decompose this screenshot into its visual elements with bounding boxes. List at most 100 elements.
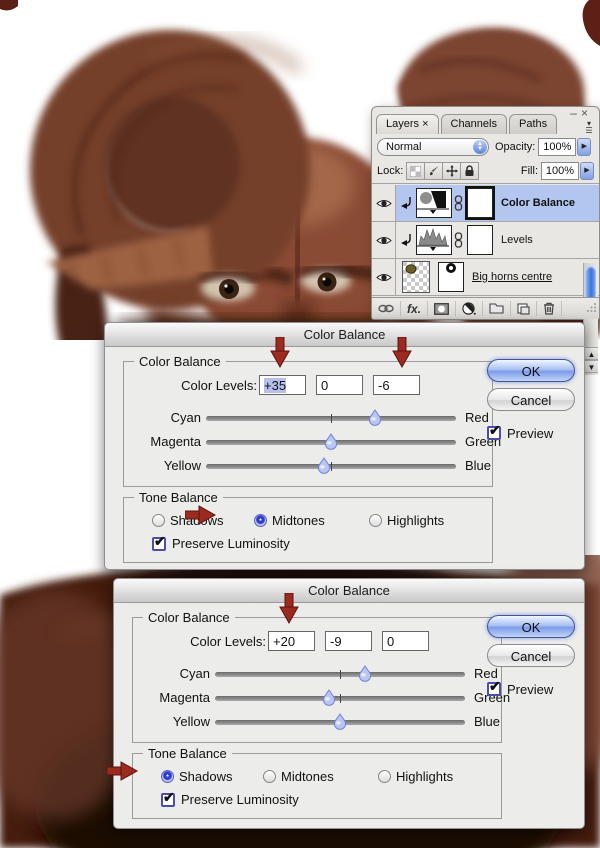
new-layer-icon[interactable] (511, 301, 538, 316)
preserve-luminosity-label: Preserve Luminosity (181, 792, 299, 807)
slider-thumb[interactable] (324, 433, 338, 450)
layer-name[interactable]: Big horns centre (472, 271, 552, 283)
midtones-radio[interactable] (254, 514, 267, 527)
new-group-icon[interactable] (483, 301, 512, 316)
link-icon[interactable] (372, 301, 401, 316)
shadows-radio[interactable] (152, 514, 165, 527)
opacity-arrow-icon[interactable]: ▶ (577, 137, 592, 156)
fill-value[interactable]: 100% (541, 162, 579, 180)
highlights-radio[interactable] (378, 770, 391, 783)
color-level-input-1[interactable]: +35 (259, 375, 306, 395)
blend-mode-value: Normal (386, 140, 422, 153)
color-level-input-2[interactable]: 0 (316, 375, 363, 395)
cancel-button[interactable]: Cancel (487, 388, 575, 411)
layer-mask-thumbnail[interactable] (467, 188, 493, 218)
group-legend: Color Balance (143, 610, 235, 625)
layer-row-levels[interactable]: Levels (372, 222, 599, 259)
cyan-red-slider[interactable] (215, 665, 465, 682)
lock-transparency-icon[interactable] (406, 162, 426, 180)
palette-footer: fx. (372, 297, 599, 319)
close-icon[interactable]: × (581, 106, 592, 120)
slider-thumb[interactable] (358, 665, 372, 682)
fx-icon[interactable]: fx. (401, 301, 429, 316)
palette-scrollbar[interactable]: ▲ ▼ (583, 263, 598, 375)
color-level-input-3[interactable]: 0 (382, 631, 429, 651)
layer-name[interactable]: Color Balance (501, 197, 575, 209)
eye-icon (375, 236, 392, 244)
opacity-value[interactable]: 100% (538, 137, 577, 156)
lock-position-icon[interactable] (442, 162, 462, 180)
layers-list: Color Balance Levels Big horns centre ▲ … (372, 185, 599, 375)
preview-checkbox[interactable] (487, 678, 501, 696)
stepper-icon[interactable]: ▲ ▼ (473, 139, 487, 154)
eye-icon (375, 273, 392, 281)
levels-adjustment-thumbnail[interactable] (416, 225, 452, 255)
color-levels-label: Color Levels: (181, 378, 257, 393)
magenta-green-slider[interactable] (206, 433, 456, 450)
dialog-title: Color Balance (114, 579, 584, 603)
color-balance-dialog-shadows: Color Balance Color Balance Color Levels… (107, 578, 585, 829)
midtones-radio[interactable] (263, 770, 276, 783)
tone-balance-group: Tone Balance Shadows Midtones Highlights… (123, 490, 493, 563)
slider-right-label: Red (465, 410, 489, 425)
tab-layers[interactable]: Layers × (376, 114, 439, 134)
shadows-label: Shadows (170, 513, 224, 528)
scrollbar-thumb[interactable] (585, 266, 596, 300)
add-mask-icon[interactable] (428, 301, 457, 316)
preserve-luminosity-label: Preserve Luminosity (172, 536, 290, 551)
palette-menu-icon[interactable]: ▾ ☰ (582, 120, 596, 135)
slider-left-label: Cyan (170, 410, 201, 425)
preview-label: Preview (507, 426, 554, 441)
layers-palette: –× ▾ ☰ Layers × Channels Paths Normal ▲ ▼ … (371, 106, 600, 375)
tab-paths[interactable]: Paths (508, 114, 558, 134)
slider-thumb[interactable] (333, 713, 347, 730)
preserve-luminosity-checkbox[interactable] (161, 789, 175, 807)
scroll-up-icon[interactable]: ▲ (584, 347, 598, 360)
preview-label: Preview (507, 682, 554, 697)
group-legend: Tone Balance (143, 746, 232, 761)
visibility-toggle[interactable] (372, 222, 396, 258)
layer-name[interactable]: Levels (501, 234, 533, 246)
highlights-radio[interactable] (369, 514, 382, 527)
palette-tabs: Layers × Channels Paths (376, 114, 579, 134)
ok-button[interactable]: OK (487, 359, 575, 382)
image-layer-thumbnail[interactable] (402, 261, 430, 293)
scroll-down-icon[interactable]: ▼ (584, 360, 598, 373)
color-levels-label: Color Levels: (190, 634, 266, 649)
yellow-blue-slider[interactable] (206, 457, 456, 474)
slider-left-label: Yellow (172, 714, 210, 729)
shadows-radio[interactable] (161, 770, 174, 783)
layer-row-color-balance[interactable]: Color Balance (372, 185, 599, 222)
slider-left-label: Cyan (179, 666, 210, 681)
slider-thumb[interactable] (322, 689, 336, 706)
yellow-blue-slider[interactable] (215, 713, 465, 730)
fill-arrow-icon[interactable]: ▶ (580, 162, 594, 180)
layer-mask-thumbnail[interactable] (467, 225, 493, 255)
slider-thumb[interactable] (368, 409, 382, 426)
layer-mask-thumbnail[interactable] (438, 262, 464, 292)
preview-checkbox[interactable] (487, 422, 501, 440)
visibility-toggle[interactable] (372, 185, 396, 221)
lock-pixels-icon[interactable] (424, 162, 444, 180)
slider-thumb[interactable] (317, 457, 331, 474)
blend-mode-select[interactable]: Normal ▲ ▼ (377, 137, 489, 156)
color-balance-adjustment-thumbnail[interactable] (416, 188, 452, 218)
visibility-toggle[interactable] (372, 259, 396, 295)
adjustment-icon[interactable] (456, 301, 484, 316)
midtones-label: Midtones (281, 769, 334, 784)
magenta-green-slider[interactable] (215, 689, 465, 706)
preserve-luminosity-checkbox[interactable] (152, 533, 166, 551)
color-level-input-3[interactable]: -6 (373, 375, 420, 395)
resize-grip-icon[interactable] (586, 302, 597, 316)
tab-channels[interactable]: Channels (440, 114, 507, 134)
lock-all-icon[interactable] (460, 162, 480, 180)
color-level-input-2[interactable]: -9 (325, 631, 372, 651)
color-level-input-1[interactable]: +20 (268, 631, 315, 651)
cancel-button[interactable]: Cancel (487, 644, 575, 667)
group-legend: Tone Balance (134, 490, 223, 505)
layer-row-big-horns-centre[interactable]: Big horns centre (372, 259, 599, 296)
ok-button[interactable]: OK (487, 615, 575, 638)
trash-icon[interactable] (537, 301, 563, 316)
eye-icon (375, 199, 392, 207)
cyan-red-slider[interactable] (206, 409, 456, 426)
